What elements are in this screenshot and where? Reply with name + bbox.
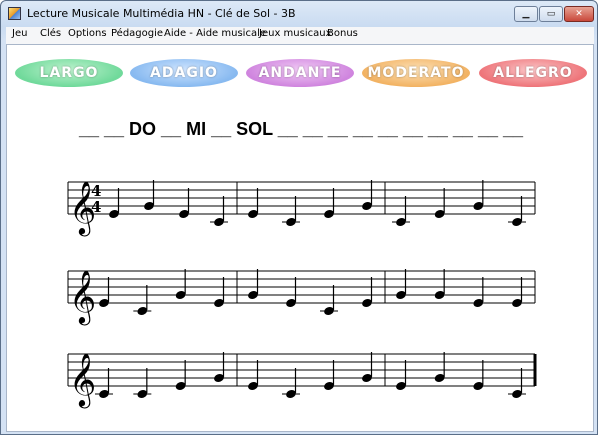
maximize-button[interactable]: ▭ [539, 6, 563, 22]
title-bar[interactable]: Lecture Musicale Multimédia HN - Clé de … [1, 1, 597, 26]
music-score: 𝄞44𝄞𝄞 [67, 180, 537, 408]
time-signature-bottom: 4 [91, 198, 101, 216]
menu-jeu[interactable]: Jeu [12, 28, 27, 39]
menu-cles[interactable]: Clés [40, 28, 61, 39]
app-icon[interactable] [8, 7, 21, 20]
treble-clef: 𝄞 [69, 269, 96, 325]
menu-aide[interactable]: Aide - Aide musicale [164, 28, 266, 39]
app-window: Lecture Musicale Multimédia HN - Clé de … [0, 0, 598, 435]
menu-jeux-musicaux[interactable]: Jeux musicaux [259, 28, 332, 39]
treble-clef: 𝄞 [69, 352, 96, 408]
menu-bar: Jeu Clés Options Pédagogie Aide - Aide m… [6, 27, 594, 44]
menu-options[interactable]: Options [68, 28, 107, 39]
main-content: LARGO ADAGIO ANDANTE MODERATO ALLEGRO __… [6, 44, 594, 432]
minimize-button[interactable]: ▁ [514, 6, 538, 22]
menu-bonus[interactable]: Bonus [327, 28, 358, 39]
window-title: Lecture Musicale Multimédia HN - Clé de … [27, 7, 296, 20]
close-button[interactable]: ✕ [564, 6, 594, 22]
menu-pedagogie[interactable]: Pédagogie [111, 28, 163, 39]
